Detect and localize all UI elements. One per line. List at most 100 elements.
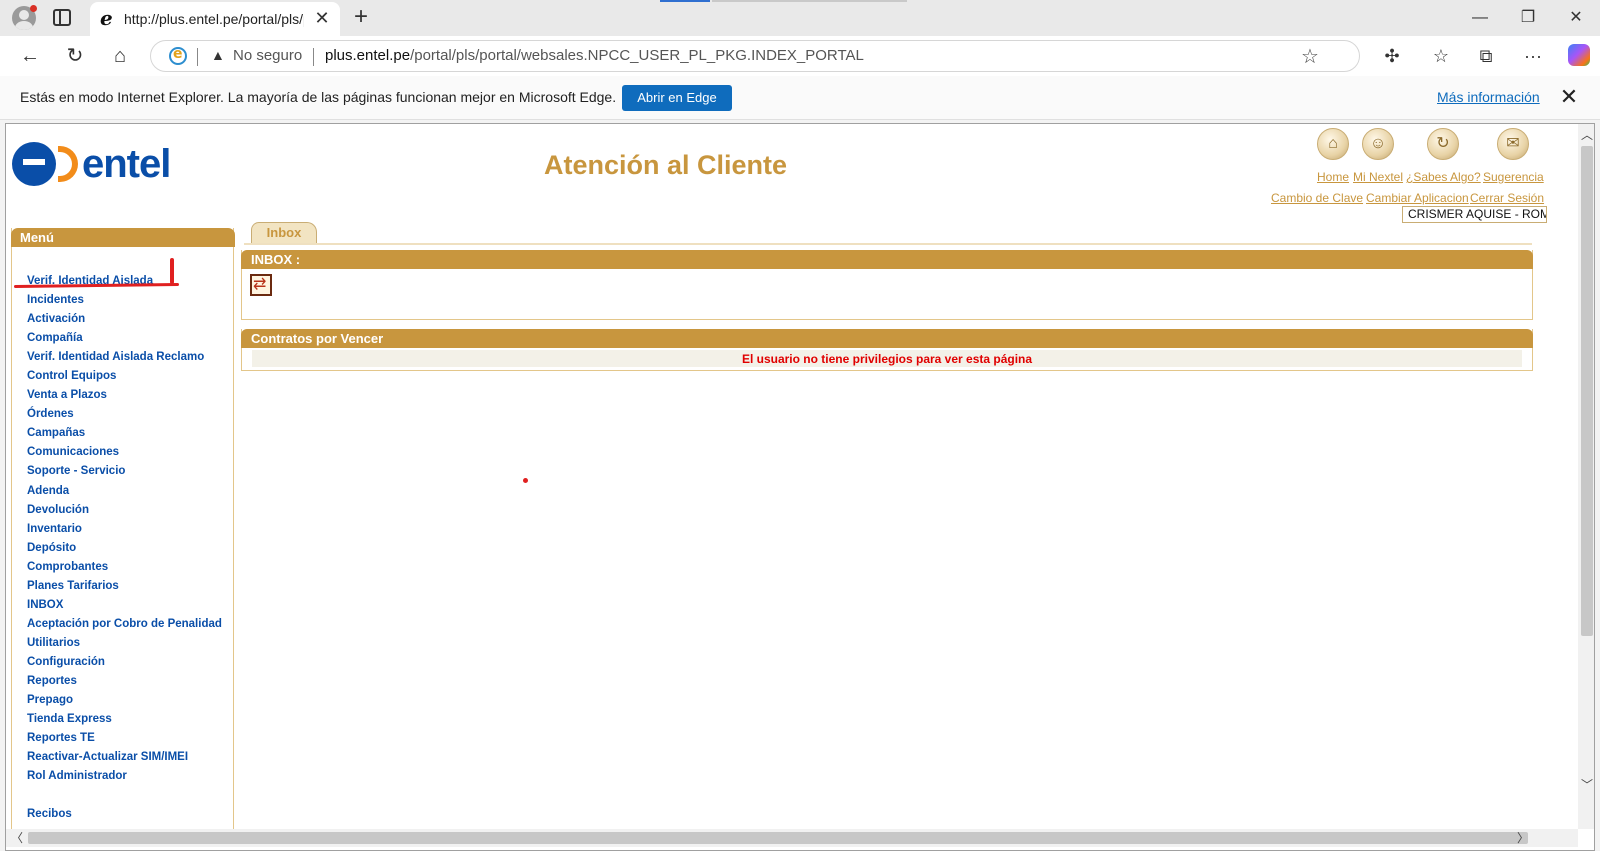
- menu-item[interactable]: Control Equipos: [27, 367, 222, 386]
- address-separator: [313, 48, 314, 66]
- menu-item[interactable]: Órdenes: [27, 405, 222, 424]
- more-info-link[interactable]: Más información: [1437, 89, 1540, 105]
- privilege-error-message: El usuario no tiene privilegios para ver…: [741, 352, 1033, 366]
- menu-item[interactable]: Planes Tarifarios: [27, 577, 222, 596]
- menu-spacer: [27, 786, 222, 805]
- menu-item[interactable]: Soporte - Servicio: [27, 462, 222, 481]
- menu-item[interactable]: Utilitarios: [27, 634, 222, 653]
- contracts-panel-header: Contratos por Vencer: [241, 329, 1533, 348]
- menu-item[interactable]: Prepago: [27, 691, 222, 710]
- contracts-panel: Contratos por Vencer El usuario no tiene…: [241, 329, 1533, 371]
- menu-item[interactable]: Adenda: [27, 482, 222, 501]
- menu-item[interactable]: Reactivar-Actualizar SIM/IMEI: [27, 748, 222, 767]
- sabes-algo-icon[interactable]: ↻: [1427, 128, 1459, 160]
- cambio-clave-link[interactable]: Cambio de Clave: [1271, 191, 1363, 205]
- menu-item[interactable]: Tienda Express: [27, 710, 222, 729]
- menu-item[interactable]: Activación: [27, 310, 222, 329]
- menu-item[interactable]: Rol Administrador: [27, 767, 222, 786]
- horizontal-scroll-thumb[interactable]: [28, 832, 1528, 844]
- inbox-panel-title: INBOX :: [251, 252, 301, 267]
- infobar-close-icon[interactable]: ✕: [1557, 84, 1581, 110]
- red-annotation-dot: [523, 478, 528, 483]
- scroll-right-icon[interactable]: 〉: [1514, 829, 1532, 847]
- ie-mode-icon: e: [100, 6, 113, 30]
- extensions-icon[interactable]: ✣: [1378, 43, 1406, 69]
- menu-item[interactable]: Reportes: [27, 672, 222, 691]
- close-window-button[interactable]: ✕: [1561, 6, 1591, 30]
- url-host: plus.entel.pe: [325, 47, 411, 64]
- menu-item[interactable]: Comunicaciones: [27, 443, 222, 462]
- address-bar-row: ← ↻ ⌂ ▲ No seguro plus.entel.pe/portal/p…: [0, 36, 1600, 76]
- more-icon[interactable]: ···: [1519, 43, 1547, 69]
- menu-item[interactable]: INBOX: [27, 596, 222, 615]
- scroll-up-icon[interactable]: ︿: [1578, 126, 1594, 144]
- inbox-refresh-icon[interactable]: [250, 274, 272, 296]
- scroll-down-icon[interactable]: ﹀: [1578, 776, 1594, 794]
- horizontal-scrollbar[interactable]: 〈 〉: [6, 829, 1578, 847]
- entel-logo[interactable]: entel: [12, 142, 187, 192]
- infobar-message: Estás en modo Internet Explorer. La mayo…: [20, 89, 617, 105]
- collections-icon[interactable]: ⧉: [1472, 43, 1500, 69]
- favorites-icon[interactable]: ☆: [1427, 43, 1455, 69]
- contracts-panel-title: Contratos por Vencer: [251, 331, 384, 346]
- home-link[interactable]: Home: [1317, 170, 1349, 184]
- minimize-button[interactable]: —: [1465, 6, 1495, 30]
- page-title: Atención al Cliente: [544, 150, 788, 180]
- menu-item[interactable]: Verif. Identidad Aislada Reclamo: [27, 348, 222, 367]
- cambiar-aplicacion-link[interactable]: Cambiar Aplicacion: [1366, 191, 1469, 205]
- sugerencia-link[interactable]: Sugerencia: [1483, 170, 1544, 184]
- entel-logo-text: entel: [82, 142, 171, 186]
- add-favorite-icon[interactable]: ☆: [1301, 44, 1319, 69]
- back-button[interactable]: ←: [16, 43, 44, 69]
- menu-list: Verif. Identidad Aislada Incidentes Activa…: [27, 272, 222, 824]
- menu-item[interactable]: Depósito: [27, 539, 222, 558]
- tab-inbox[interactable]: Inbox: [251, 222, 317, 243]
- mi-nextel-link[interactable]: Mi Nextel: [1353, 170, 1403, 184]
- tab-title: http://plus.entel.pe/portal/pls/portal/w…: [124, 11, 304, 27]
- entel-logo-e: [12, 142, 56, 186]
- vertical-tabs-icon[interactable]: [53, 9, 71, 26]
- red-annotation-mark: [170, 258, 174, 284]
- browser-tab[interactable]: e http://plus.entel.pe/portal/pls/portal…: [90, 2, 340, 36]
- tab-strip-accent: [660, 0, 710, 2]
- entel-logo-arc: [58, 146, 78, 182]
- menu-item[interactable]: Venta a Plazos: [27, 386, 222, 405]
- sidebar-menu: Menú Verif. Identidad Aislada Incidentes A…: [11, 228, 235, 838]
- url-text[interactable]: plus.entel.pe/portal/pls/portal/websales…: [325, 47, 864, 64]
- ie-mode-infobar: Estás en modo Internet Explorer. La mayo…: [0, 76, 1600, 120]
- menu-item[interactable]: Recibos: [27, 805, 222, 824]
- mi-nextel-icon[interactable]: ☺: [1362, 128, 1394, 160]
- sugerencia-icon[interactable]: ✉: [1497, 128, 1529, 160]
- menu-item[interactable]: Inventario: [27, 520, 222, 539]
- restore-button[interactable]: ❐: [1513, 6, 1543, 30]
- open-in-edge-button[interactable]: Abrir en Edge: [622, 85, 732, 111]
- security-status[interactable]: No seguro: [233, 47, 302, 64]
- menu-item[interactable]: Aceptación por Cobro de Penalidad: [27, 615, 222, 634]
- home-button[interactable]: ⌂: [106, 43, 134, 69]
- menu-item[interactable]: Incidentes: [27, 291, 222, 310]
- tab-strip-accent-secondary: [712, 0, 907, 2]
- new-tab-button[interactable]: +: [348, 4, 374, 30]
- contracts-message-row: El usuario no tiene privilegios para ver…: [252, 350, 1522, 367]
- home-icon[interactable]: ⌂: [1317, 128, 1349, 160]
- menu-item[interactable]: Reportes TE: [27, 729, 222, 748]
- address-input[interactable]: ▲ No seguro plus.entel.pe/portal/pls/por…: [150, 40, 1360, 72]
- sabes-algo-link[interactable]: ¿Sabes Algo?: [1406, 170, 1481, 184]
- refresh-button[interactable]: ↻: [61, 43, 89, 69]
- menu-item[interactable]: Verif. Identidad Aislada: [27, 272, 222, 291]
- tab-divider: [244, 243, 1532, 245]
- menu-item[interactable]: Campañas: [27, 424, 222, 443]
- vertical-scrollbar[interactable]: ︿ ﹀: [1578, 124, 1594, 829]
- menu-item[interactable]: Comprobantes: [27, 558, 222, 577]
- address-separator: [197, 48, 198, 66]
- inbox-panel-header: INBOX :: [241, 250, 1533, 269]
- menu-item[interactable]: Compañía: [27, 329, 222, 348]
- cerrar-sesion-link[interactable]: Cerrar Sesión: [1470, 191, 1544, 205]
- copilot-icon[interactable]: [1568, 44, 1590, 66]
- current-user-field: CRISMER AQUISE - ROM: [1402, 206, 1547, 223]
- menu-item[interactable]: Configuración: [27, 653, 222, 672]
- scroll-left-icon[interactable]: 〈: [8, 829, 26, 847]
- tab-close-icon[interactable]: ✕: [312, 8, 332, 28]
- vertical-scroll-thumb[interactable]: [1581, 146, 1593, 636]
- menu-item[interactable]: Devolución: [27, 501, 222, 520]
